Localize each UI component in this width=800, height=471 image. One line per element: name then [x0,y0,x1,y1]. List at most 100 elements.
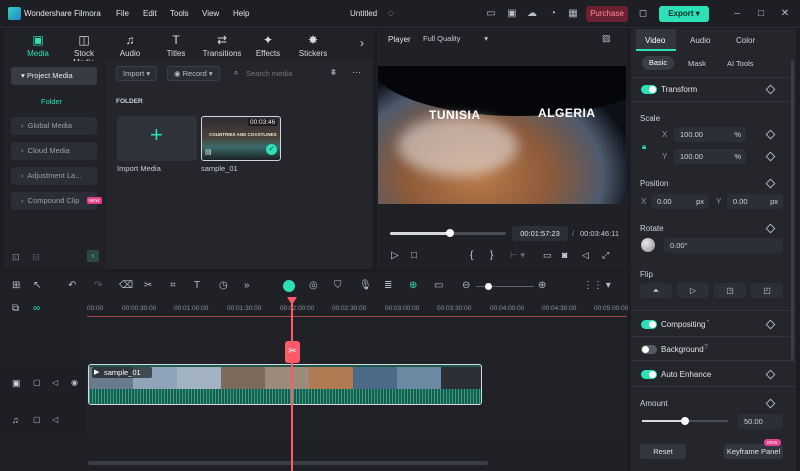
playhead-line[interactable] [291,300,293,471]
position-y-input[interactable]: 0.00 px [727,194,783,209]
search-input[interactable] [246,66,322,81]
cut-icon[interactable]: ✂ [144,280,152,291]
redo-icon[interactable]: ↷ [94,280,102,291]
tab-audio-props[interactable]: Audio [690,36,710,45]
import-dropdown[interactable]: Import ▾ [116,66,158,81]
eye-icon[interactable]: ◉ [71,378,78,387]
tab-video[interactable]: Video [645,36,665,45]
mark-in-icon[interactable]: { [470,250,473,261]
tab-titles[interactable]: T Titles [156,33,196,58]
menu-file[interactable]: File [116,9,129,18]
amount-input[interactable]: 50.00 [738,414,783,429]
crop-icon[interactable]: ⌗ [170,280,176,291]
play-icon[interactable]: ▷ [391,250,399,261]
sidebar-item-global-media[interactable]: › Global Media [11,117,97,135]
collapse-sidebar-icon[interactable]: ‹ [87,250,99,262]
split-scissors-icon[interactable]: ✂ [285,341,300,363]
reset-button[interactable]: Reset [640,444,686,459]
marker-icon[interactable]: ⛉ [334,280,342,291]
player-progress-handle[interactable] [446,229,454,237]
empty-track-area[interactable] [86,320,627,362]
menu-edit[interactable]: Edit [143,9,157,18]
link-lock-icon[interactable]: 🔒︎ [642,142,646,152]
volume-icon[interactable]: ◁ [582,250,589,261]
layout-icon[interactable]: ⊞ [12,280,20,291]
scale-y-input[interactable]: 100.00% [674,149,746,164]
new-folder-icon[interactable]: ⊡ [12,252,20,263]
stop-icon[interactable]: □ [411,250,417,261]
record-dropdown[interactable]: ◉ Record ▾ [167,66,220,81]
subtab-basic[interactable]: Basic [642,56,674,70]
mute-track-icon[interactable]: ◁ [52,415,58,424]
menu-view[interactable]: View [202,9,219,18]
tab-media[interactable]: ▣ Media [18,33,58,58]
menu-help[interactable]: Help [233,9,249,18]
zoom-in-icon[interactable]: ⊕ [538,280,546,291]
undo-icon[interactable]: ↶ [68,280,76,291]
camera-icon[interactable]: ◙ [562,250,567,260]
folder-track-icon[interactable]: ▢ [33,415,41,424]
purchase-button[interactable]: Purchase [586,6,628,22]
rotate-dial[interactable] [641,238,655,252]
gift-icon[interactable]: ▦ [566,7,580,21]
text-icon[interactable]: T [194,280,200,291]
rotate-right-icon[interactable]: ◳ [714,283,746,298]
folder-track-icon[interactable]: ▢ [33,378,41,387]
subtab-mask[interactable]: Mask [688,59,706,68]
more-tools-icon[interactable]: » [244,280,250,291]
monitor-icon[interactable]: ▭ [484,7,498,21]
timeline-scrollbar[interactable] [88,461,488,465]
snap-icon[interactable]: ⊕ [409,280,417,291]
snapshot-icon[interactable]: ▨ [602,33,611,44]
help-icon[interactable]: ? [704,344,708,351]
zoom-out-icon[interactable]: ⊖ [462,280,470,291]
sidebar-item-project-media[interactable]: ▾ Project Media [11,67,97,85]
sidebar-folder[interactable]: Folder [41,97,62,106]
maximize-icon[interactable]: □ [754,7,768,21]
headset-icon[interactable]: ◔ [546,7,560,21]
notification-icon[interactable]: ◻ [636,7,650,21]
cloud-icon[interactable]: ☁ [525,7,539,21]
mute-track-icon[interactable]: ◁ [52,378,58,387]
ai-tool-icon[interactable] [283,280,295,292]
subtab-ai-tools[interactable]: AI Tools [727,59,754,68]
properties-scrollbar[interactable] [791,60,794,360]
fullscreen-icon[interactable]: ⤢ [602,250,609,261]
sidebar-item-compound-clip[interactable]: › Compound Clip [11,192,97,210]
more-options-icon[interactable]: ⋯ [352,67,361,78]
flip-vertical-icon[interactable]: ▷ [677,283,709,298]
delete-folder-icon[interactable]: ⊟ [32,252,40,263]
background-toggle[interactable] [641,345,657,354]
menu-tools[interactable]: Tools [170,9,189,18]
filter-icon[interactable]: ⩩ [331,67,336,78]
sidebar-item-cloud-media[interactable]: › Cloud Media [11,142,97,160]
link-icon[interactable]: ∞ [33,303,40,314]
tab-stickers[interactable]: ✸ Stickers [293,33,333,58]
ai-audio-icon[interactable]: ▭ [434,280,443,291]
split-view-icon[interactable]: ⊢ ▾ [510,250,525,261]
amount-slider-handle[interactable] [681,417,689,425]
minimize-icon[interactable]: – [730,7,744,21]
flip-horizontal-icon[interactable]: ⏶ [640,283,672,298]
mark-out-icon[interactable]: } [490,250,493,261]
tab-transitions[interactable]: ⇄ Transitions [202,33,242,58]
grid-icon[interactable]: ⋮⋮ ▾ [583,280,611,291]
compositing-toggle[interactable] [641,320,657,329]
tabs-more-chevron-icon[interactable]: › [360,36,364,50]
rotate-left-icon[interactable]: ◰ [751,283,783,298]
save-icon[interactable]: ▣ [505,7,519,21]
tab-audio[interactable]: ♫ Audio [110,33,150,58]
speed-icon[interactable]: ◷ [219,280,228,291]
voiceover-icon[interactable]: ≣ [384,280,392,291]
sidebar-item-adjustment-layer[interactable]: › Adjustment La... [11,167,97,185]
select-tool-icon[interactable]: ↖ [33,280,41,291]
delete-icon[interactable]: ⌫ [119,280,133,291]
quality-dropdown[interactable]: Full Quality ▾ [418,32,492,46]
position-x-input[interactable]: 0.00 px [651,194,709,209]
mic-icon[interactable]: 🎙︎ [359,280,372,291]
add-track-icon[interactable]: ⧉ [12,303,19,314]
tab-effects[interactable]: ✦ Effects [248,33,288,58]
render-icon[interactable]: ◎ [309,280,318,291]
rotate-input[interactable]: 0.00° [664,238,783,253]
zoom-slider-handle[interactable] [485,283,492,290]
